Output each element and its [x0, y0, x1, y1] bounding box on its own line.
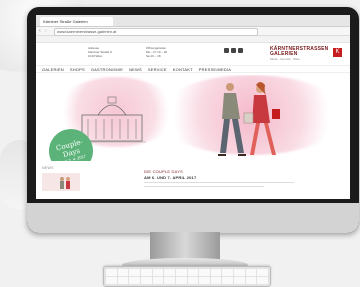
- mail-icon[interactable]: [238, 48, 243, 53]
- divider: [144, 186, 264, 187]
- key: [222, 277, 234, 284]
- back-icon[interactable]: ‹: [39, 27, 41, 35]
- address-bar[interactable]: www.kaerntnerstrasse-galerien.at: [54, 28, 258, 36]
- key: [164, 277, 175, 284]
- key: [245, 277, 257, 284]
- contact-address: Adresse Kärntner Straße 9 1010 Wien: [88, 46, 112, 58]
- brand-mark-icon: K: [333, 48, 342, 57]
- key: [140, 277, 152, 284]
- contact-hours: Öffnungszeiten Mo – Fr 10 – 20 Sa 10 – 1…: [146, 46, 167, 58]
- key: [164, 269, 175, 276]
- nav-item-news[interactable]: NEWS: [129, 66, 142, 72]
- key: [199, 277, 210, 284]
- facebook-icon[interactable]: [224, 48, 229, 53]
- key: [152, 269, 164, 276]
- key: [117, 277, 129, 284]
- browser-tab-bar: Kärntner Straße Galerien: [36, 15, 350, 27]
- brand-tagline: Mode · Genuss · Wien: [270, 57, 301, 61]
- keyboard: [103, 266, 271, 287]
- key: [199, 269, 210, 276]
- browser-toolbar: ‹ › www.kaerntnerstrasse-galerien.at: [36, 27, 350, 36]
- key: [210, 277, 222, 284]
- nav-item-galerien[interactable]: GALERIEN: [42, 66, 64, 72]
- browser-tab[interactable]: Kärntner Straße Galerien: [40, 17, 113, 26]
- key: [187, 269, 199, 276]
- key: [257, 269, 268, 276]
- nav-item-presse[interactable]: PRESSE/MEDIA: [199, 66, 231, 72]
- article-date: AM 6. UND 7. APRIL 2017: [144, 175, 197, 180]
- site-logo[interactable]: KÄRNTNERSTRASSEN GALERIEN Mode · Genuss …: [270, 47, 342, 61]
- thumbnail-image: [60, 177, 70, 189]
- key: [175, 277, 187, 284]
- main-navigation: GALERIEN SHOPS GASTRONOMIE NEWS SERVICE …: [36, 65, 350, 73]
- article-title[interactable]: DIE COUPLE DAYS: [144, 169, 183, 174]
- key: [222, 269, 234, 276]
- nav-item-service[interactable]: SERVICE: [148, 66, 167, 72]
- key: [140, 269, 152, 276]
- key: [187, 277, 199, 284]
- site-header: Adresse Kärntner Straße 9 1010 Wien Öffn…: [36, 43, 350, 65]
- key: [129, 269, 140, 276]
- instagram-icon[interactable]: [231, 48, 236, 53]
- key: [106, 269, 117, 276]
- hero-banner[interactable]: Couple-Days 6. & 7. 4. 2017: [36, 75, 350, 161]
- contact-line: 1010 Wien: [88, 54, 103, 58]
- key: [106, 277, 117, 284]
- key: [234, 269, 245, 276]
- nav-item-shops[interactable]: SHOPS: [70, 66, 85, 72]
- hours-line: Sa 10 – 18: [146, 54, 161, 58]
- couple-illustration: [218, 82, 280, 156]
- news-thumbnail[interactable]: [42, 173, 80, 191]
- divider: [144, 182, 294, 183]
- nav-item-gastronomie[interactable]: GASTRONOMIE: [91, 66, 123, 72]
- key: [129, 277, 140, 284]
- screen: Kärntner Straße Galerien ‹ › www.kaerntn…: [36, 15, 350, 199]
- monitor-chin: [27, 203, 359, 233]
- key: [234, 277, 245, 284]
- key: [117, 269, 129, 276]
- forward-icon[interactable]: ›: [45, 27, 47, 35]
- key: [175, 269, 187, 276]
- nav-item-kontakt[interactable]: KONTAKT: [173, 66, 193, 72]
- key: [210, 269, 222, 276]
- social-links: [224, 48, 243, 53]
- key: [257, 277, 268, 284]
- key: [245, 269, 257, 276]
- key: [152, 277, 164, 284]
- news-section-label: NEWS: [42, 166, 54, 170]
- monitor: Kärntner Straße Galerien ‹ › www.kaerntn…: [27, 7, 359, 233]
- bookmarks-bar: Favoriten Galerien Shops Gastronomie Ser…: [36, 36, 350, 50]
